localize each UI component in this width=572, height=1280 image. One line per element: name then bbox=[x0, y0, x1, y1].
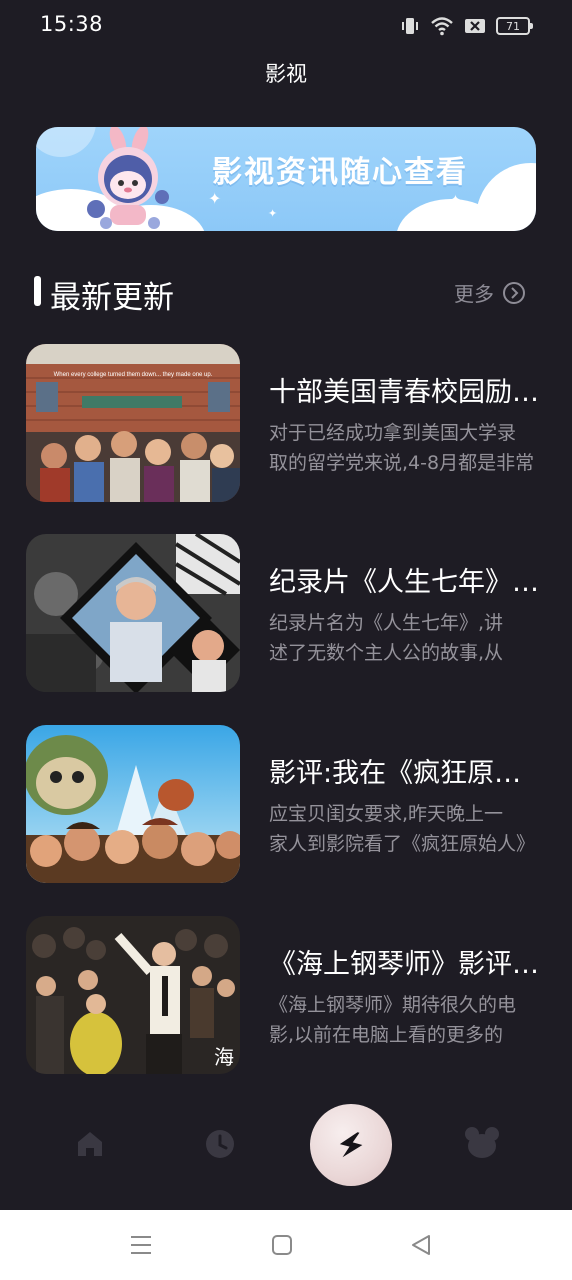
article-thumbnail bbox=[26, 534, 240, 692]
article-description: 应宝贝闺女要求,昨天晚上一 家人到影院看了《疯狂原始人》 bbox=[269, 799, 547, 859]
article-desc-line: 应宝贝闺女要求,昨天晚上一 bbox=[269, 803, 504, 825]
article-desc-line: 对于已经成功拿到美国大学录 bbox=[269, 422, 517, 444]
article-item[interactable]: 影评:我在《疯狂原始人》 应宝贝闺女要求,昨天晚上一 家人到影院看了《疯狂原始人… bbox=[26, 725, 547, 883]
more-label: 更多 bbox=[454, 282, 494, 306]
page-title: 影视 bbox=[265, 62, 307, 86]
section-title: 最新更新 bbox=[50, 280, 174, 316]
bear-icon[interactable] bbox=[464, 1126, 500, 1160]
article-desc-line: 述了无数个主人公的故事,从 bbox=[269, 642, 504, 664]
lightning-icon bbox=[339, 1132, 363, 1158]
article-thumbnail bbox=[26, 725, 240, 883]
home-icon[interactable] bbox=[74, 1128, 106, 1160]
thumbnail-caption: 海 bbox=[214, 1045, 234, 1069]
article-item[interactable]: 海 《海上钢琴师》影评感想 《海上钢琴师》期待很久的电 影,以前在电脑上看的更多… bbox=[26, 916, 547, 1074]
article-title: 十部美国青春校园励志电影 bbox=[269, 377, 547, 408]
battery-icon: 71 bbox=[496, 17, 533, 35]
status-icons: 71 bbox=[400, 15, 533, 37]
bottom-tab-bar bbox=[0, 1100, 572, 1200]
sparkle-icon: ✦ bbox=[268, 207, 278, 220]
menu-icon[interactable] bbox=[130, 1234, 152, 1256]
article-thumbnail: 海 bbox=[26, 916, 240, 1074]
thumbnail-caption: When every college turned them down... t… bbox=[54, 372, 213, 378]
section-accent-bar bbox=[34, 276, 41, 306]
home-square-icon[interactable] bbox=[271, 1234, 293, 1256]
article-item[interactable]: When every college turned them down... t… bbox=[26, 344, 547, 502]
more-button[interactable]: 更多 bbox=[454, 278, 526, 307]
rabbit-astronaut-icon bbox=[87, 127, 169, 229]
article-description: 对于已经成功拿到美国大学录 取的留学党来说,4-8月都是非常 bbox=[269, 418, 547, 478]
banner-text: 影视资讯随心查看 bbox=[212, 155, 468, 190]
system-navigation-bar bbox=[0, 1210, 572, 1280]
section-header: 最新更新 更多 bbox=[34, 270, 534, 316]
article-title: 纪录片《人生七年》观后感 bbox=[269, 567, 547, 598]
lightning-tab-button[interactable] bbox=[310, 1104, 392, 1186]
article-desc-line: 纪录片名为《人生七年》,讲 bbox=[269, 612, 504, 634]
sim-off-icon bbox=[465, 19, 485, 33]
promo-banner[interactable]: ✦ ✦ ✦ 影视资讯随心查看 bbox=[36, 127, 536, 231]
status-time: 15:38 bbox=[40, 12, 104, 36]
article-thumbnail: When every college turned them down... t… bbox=[26, 344, 240, 502]
sparkle-icon: ✦ bbox=[450, 193, 461, 208]
article-desc-line: 《海上钢琴师》期待很久的电 bbox=[269, 994, 517, 1016]
battery-level: 71 bbox=[506, 19, 520, 33]
chevron-right-circle-icon bbox=[503, 281, 525, 304]
app-screen: 15:38 71 影视 ✦ ✦ ✦ 影视资讯随心查看 最新更新 更多 When … bbox=[0, 0, 572, 1280]
article-title: 《海上钢琴师》影评感想 bbox=[269, 949, 547, 980]
wifi-icon bbox=[431, 17, 453, 36]
article-description: 《海上钢琴师》期待很久的电 影,以前在电脑上看的更多的 bbox=[269, 990, 547, 1050]
article-description: 纪录片名为《人生七年》,讲 述了无数个主人公的故事,从 bbox=[269, 608, 547, 668]
article-desc-line: 家人到影院看了《疯狂原始人》 bbox=[269, 833, 536, 855]
article-item[interactable]: 纪录片《人生七年》观后感 纪录片名为《人生七年》,讲 述了无数个主人公的故事,从 bbox=[26, 534, 547, 692]
article-desc-line: 取的留学党来说,4-8月都是非常 bbox=[269, 452, 535, 474]
clock-icon[interactable] bbox=[204, 1128, 236, 1160]
article-title: 影评:我在《疯狂原始人》 bbox=[269, 758, 547, 789]
back-icon[interactable] bbox=[410, 1234, 432, 1256]
sparkle-icon: ✦ bbox=[208, 189, 222, 208]
vibrate-icon bbox=[402, 18, 418, 34]
article-desc-line: 影,以前在电脑上看的更多的 bbox=[269, 1024, 504, 1046]
status-bar: 15:38 71 bbox=[0, 0, 572, 52]
